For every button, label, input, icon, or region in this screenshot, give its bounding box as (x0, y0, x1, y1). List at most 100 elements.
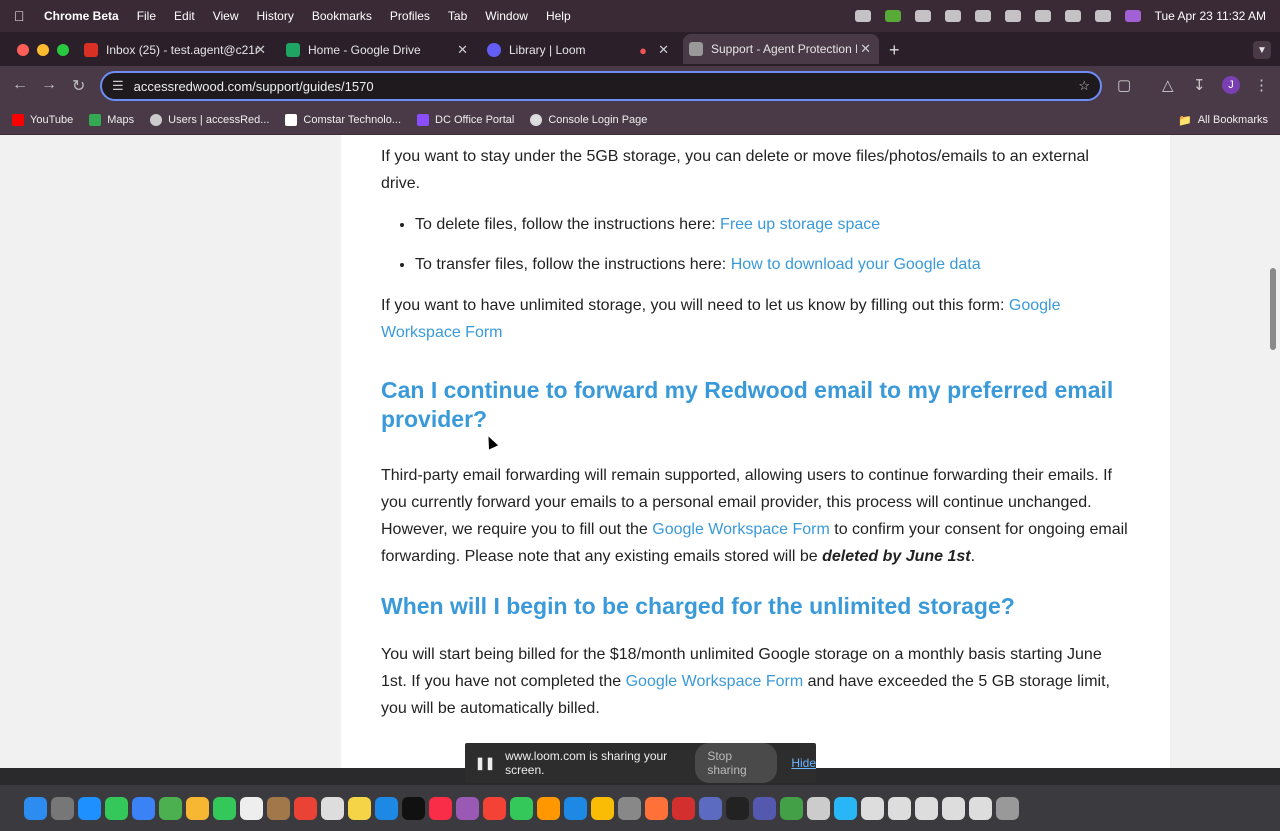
podcasts-icon[interactable] (456, 796, 479, 820)
apple-icon[interactable]:  (14, 8, 30, 24)
all-bookmarks[interactable]: 📁 All Bookmarks (1178, 114, 1268, 127)
menu-tab[interactable]: Tab (448, 9, 467, 23)
teams-icon[interactable] (753, 796, 776, 820)
window-thumbnail-icon[interactable] (969, 796, 992, 820)
app-name[interactable]: Chrome Beta (44, 9, 119, 23)
workspace-form-link[interactable]: Google Workspace Form (626, 673, 804, 690)
tab-loom[interactable]: Library | Loom ● ✕ (487, 36, 669, 64)
facetime-icon[interactable] (213, 796, 236, 820)
tab-redwood-support[interactable]: Support - Agent Protection Pl ✕ (683, 34, 879, 64)
close-tab-icon[interactable]: ✕ (255, 42, 266, 58)
utility-icon[interactable] (807, 796, 830, 820)
control-center-icon[interactable] (1094, 10, 1111, 22)
close-window-icon[interactable] (17, 44, 29, 56)
wifi-icon[interactable] (1034, 10, 1051, 22)
menu-window[interactable]: Window (485, 9, 528, 23)
spotlight-icon[interactable] (1064, 10, 1081, 22)
window-thumbnail-icon[interactable] (915, 796, 938, 820)
bookmark-maps[interactable]: Maps (89, 114, 134, 126)
page-scrollbar[interactable] (1270, 268, 1276, 350)
apple-tv-icon[interactable] (402, 796, 425, 820)
reminders-icon[interactable] (321, 796, 344, 820)
minimize-window-icon[interactable] (37, 44, 49, 56)
zoom-window-icon[interactable] (57, 44, 69, 56)
bookmark-users[interactable]: Users | accessRed... (150, 114, 269, 126)
app-store-icon[interactable] (564, 796, 587, 820)
downloads-folder-icon[interactable] (834, 796, 857, 820)
bookmark-youtube[interactable]: YouTube (12, 114, 73, 126)
play-icon[interactable] (974, 10, 991, 22)
pages-icon[interactable] (537, 796, 560, 820)
menu-history[interactable]: History (257, 9, 294, 23)
loading-icon[interactable] (914, 10, 931, 22)
close-tab-icon[interactable]: ✕ (658, 42, 669, 58)
close-tab-icon[interactable]: ✕ (457, 42, 468, 58)
workspace-form-link[interactable]: Google Workspace Form (652, 521, 830, 538)
contacts-icon[interactable] (267, 796, 290, 820)
download-icon[interactable]: ↧ (1193, 76, 1206, 94)
tab-title: Support - Agent Protection Pl (711, 42, 857, 56)
close-tab-icon[interactable]: ✕ (860, 41, 871, 57)
extension-icon[interactable] (884, 10, 901, 22)
notes-icon[interactable] (348, 796, 371, 820)
menu-view[interactable]: View (213, 9, 239, 23)
pause-icon[interactable]: ❚❚ (475, 756, 495, 770)
siri-icon[interactable] (1124, 10, 1141, 22)
back-icon[interactable]: ← (12, 76, 28, 94)
labs-icon[interactable]: △ (1162, 76, 1174, 94)
excel-icon[interactable] (780, 796, 803, 820)
loom-status-icon[interactable] (944, 10, 961, 22)
trash-icon[interactable] (996, 796, 1019, 820)
archive-utility-icon[interactable] (699, 796, 722, 820)
acrobat-icon[interactable] (672, 796, 695, 820)
firefox-icon[interactable] (645, 796, 668, 820)
calendar-icon[interactable] (240, 796, 263, 820)
menu-file[interactable]: File (137, 9, 156, 23)
launchpad-icon[interactable] (51, 796, 74, 820)
bookmark-console[interactable]: Console Login Page (530, 114, 647, 126)
more-menu-icon[interactable]: ⋮ (1254, 76, 1269, 94)
chrome-icon[interactable] (294, 796, 317, 820)
menu-edit[interactable]: Edit (174, 9, 195, 23)
news-icon[interactable] (483, 796, 506, 820)
new-tab-button[interactable]: + (889, 36, 900, 64)
window-thumbnail-icon[interactable] (942, 796, 965, 820)
finder-icon[interactable] (24, 796, 47, 820)
creative-cloud-icon[interactable] (854, 10, 871, 22)
safari-icon[interactable] (78, 796, 101, 820)
clock[interactable]: Tue Apr 23 11:32 AM (1155, 9, 1266, 23)
site-info-icon[interactable]: ☰ (112, 78, 124, 94)
reload-icon[interactable]: ↻ (72, 76, 85, 96)
chrome-beta-icon[interactable] (591, 796, 614, 820)
system-settings-icon[interactable] (618, 796, 641, 820)
bookmark-dc-office[interactable]: DC Office Portal (417, 114, 514, 126)
photos-icon[interactable] (186, 796, 209, 820)
url-text[interactable]: accessredwood.com/support/guides/1570 (134, 79, 374, 94)
numbers-icon[interactable] (510, 796, 533, 820)
maps-dock-icon[interactable] (159, 796, 182, 820)
window-thumbnail-icon[interactable] (861, 796, 884, 820)
free-up-storage-link[interactable]: Free up storage space (720, 216, 880, 233)
profile-avatar[interactable]: J (1222, 76, 1240, 94)
menu-help[interactable]: Help (546, 9, 571, 23)
keynote-icon[interactable] (375, 796, 398, 820)
tab-gmail[interactable]: Inbox (25) - test.agent@c21r ✕ (84, 36, 266, 64)
extensions-icon[interactable]: ▢ (1117, 76, 1131, 94)
hide-button[interactable]: Hide (791, 756, 816, 770)
tab-drive[interactable]: Home - Google Drive ✕ (286, 36, 468, 64)
messages-icon[interactable] (105, 796, 128, 820)
battery-icon[interactable] (1004, 10, 1021, 22)
bookmark-comstar[interactable]: Comstar Technolo... (285, 114, 401, 126)
window-thumbnail-icon[interactable] (888, 796, 911, 820)
forward-icon[interactable]: → (41, 76, 57, 94)
tab-search-icon[interactable]: ▼ (1253, 41, 1271, 59)
mail-icon[interactable] (132, 796, 155, 820)
bookmark-star-icon[interactable]: ☆ (1078, 78, 1090, 94)
download-data-link[interactable]: How to download your Google data (731, 256, 981, 273)
stop-sharing-button[interactable]: Stop sharing (695, 743, 778, 783)
address-bar[interactable]: ☰ accessredwood.com/support/guides/1570 … (100, 71, 1102, 101)
menu-profiles[interactable]: Profiles (390, 9, 430, 23)
menu-bookmarks[interactable]: Bookmarks (312, 9, 372, 23)
terminal-icon[interactable] (726, 796, 749, 820)
music-icon[interactable] (429, 796, 452, 820)
